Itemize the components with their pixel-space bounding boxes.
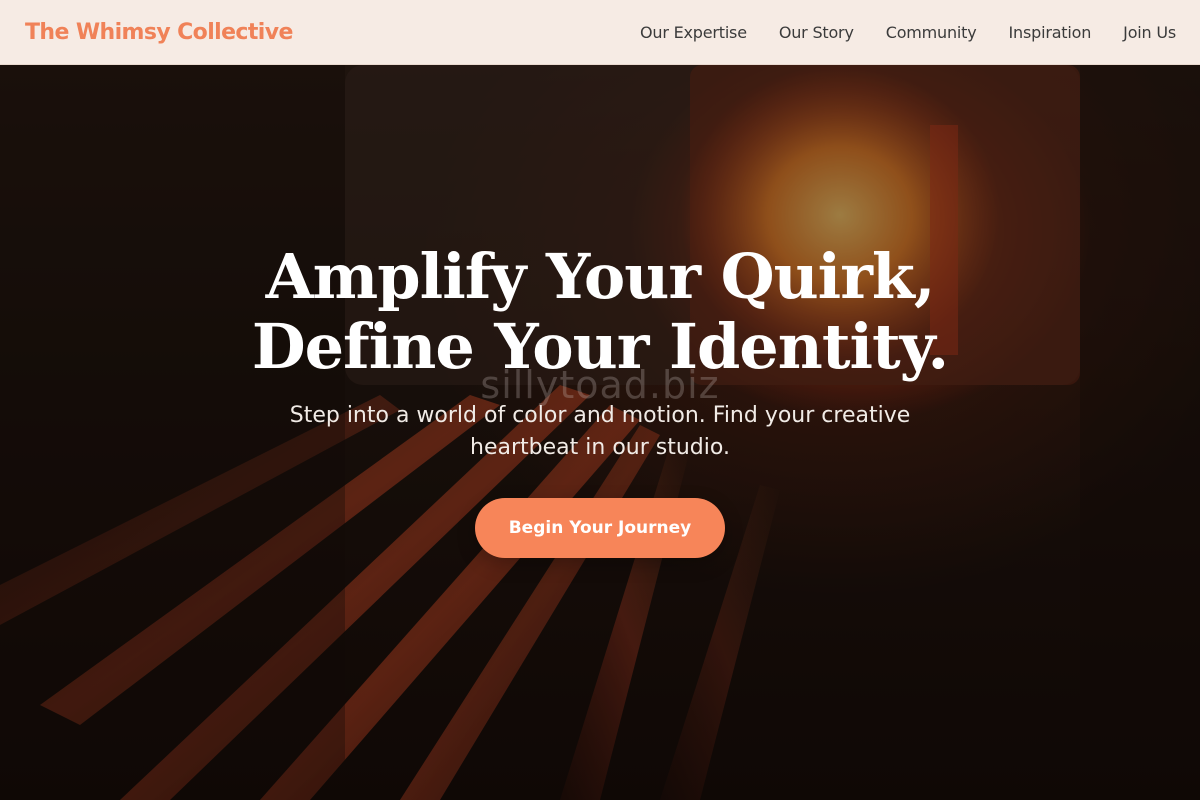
nav-link-inspiration[interactable]: Inspiration [1009, 23, 1092, 42]
main-nav: Our Expertise Our Story Community Inspir… [640, 23, 1176, 42]
hero-section: sillytoad.biz Amplify Your Quirk, Define… [0, 65, 1200, 800]
brand-logo-link[interactable]: The Whimsy Collective [25, 20, 293, 45]
nav-link-our-story[interactable]: Our Story [779, 23, 854, 42]
top-navbar: The Whimsy Collective Our Expertise Our … [0, 0, 1200, 65]
begin-journey-button[interactable]: Begin Your Journey [475, 498, 725, 558]
nav-link-community[interactable]: Community [886, 23, 977, 42]
nav-link-our-expertise[interactable]: Our Expertise [640, 23, 747, 42]
hero-subtitle: Step into a world of color and motion. F… [289, 403, 911, 460]
hero-content: Amplify Your Quirk, Define Your Identity… [0, 242, 1200, 558]
nav-link-join-us[interactable]: Join Us [1123, 23, 1176, 42]
hero-title: Amplify Your Quirk, Define Your Identity… [251, 240, 949, 383]
